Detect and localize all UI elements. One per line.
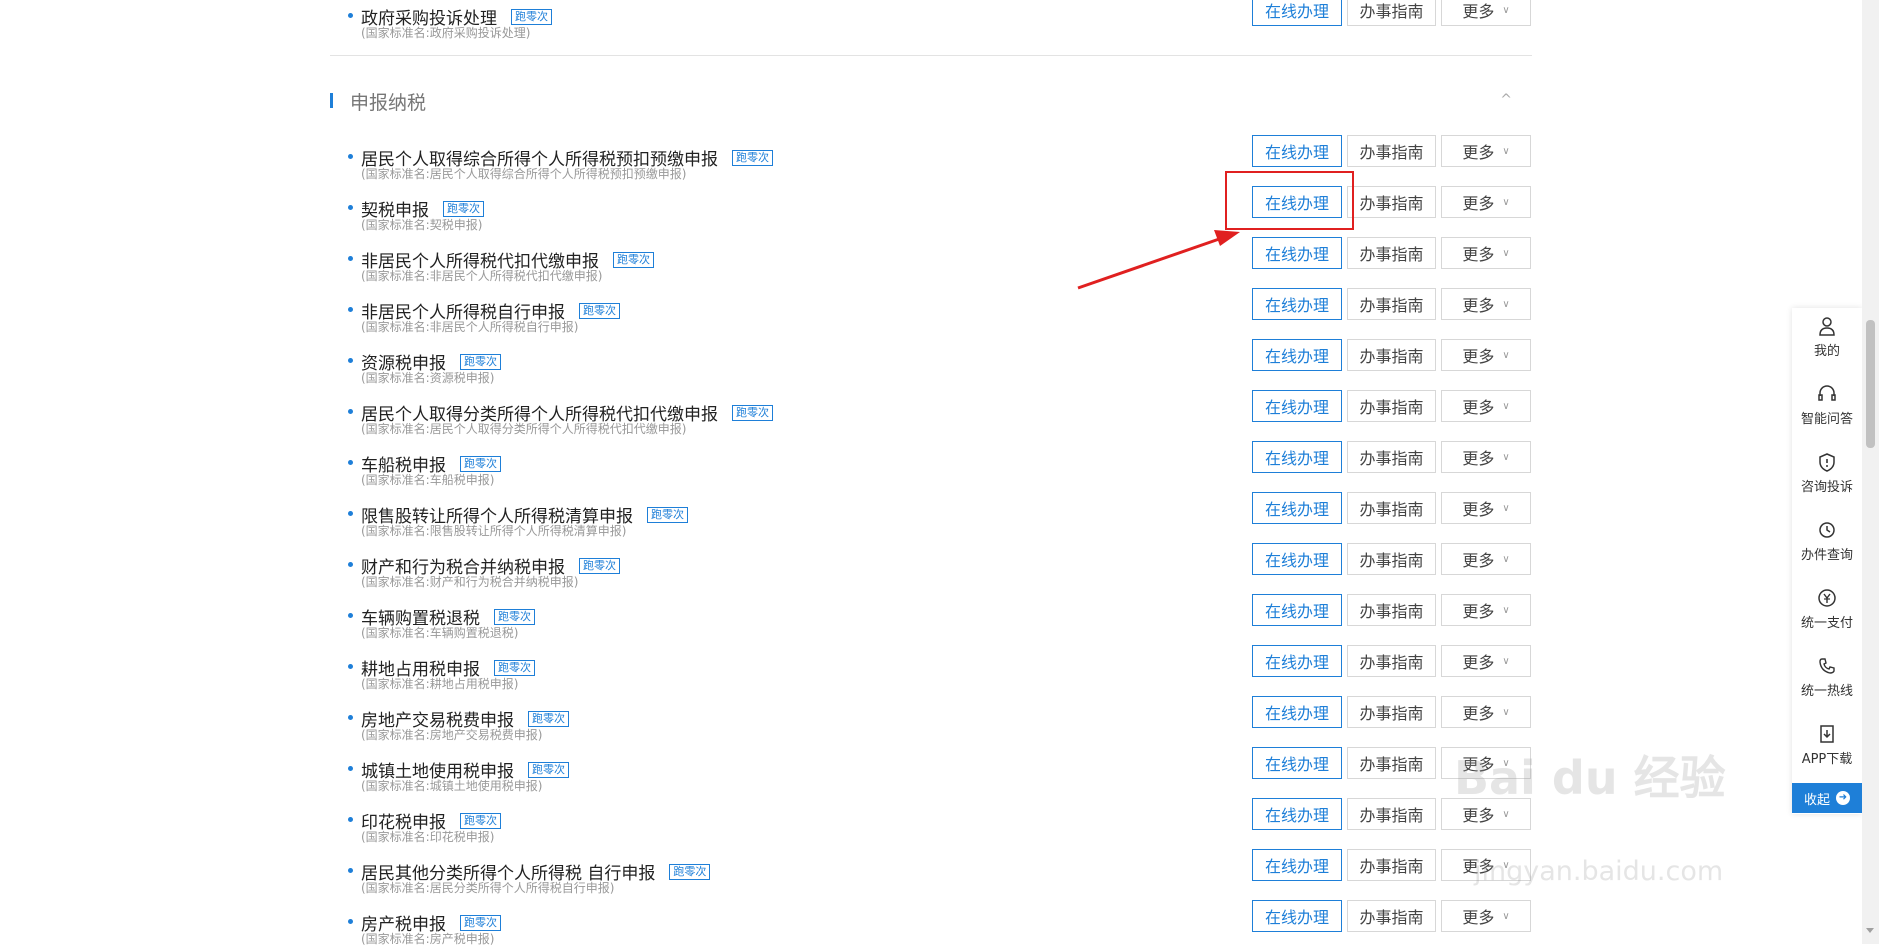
right-toolbar: 我的智能问答咨询投诉办件查询统一支付统一热线 APP下载: [1792, 308, 1862, 814]
phone-icon: [1792, 656, 1862, 676]
right-toolbar-label: 办件查询: [1800, 548, 1853, 563]
right-toolbar-label: 智能问答: [1800, 412, 1853, 427]
scrollbar-thumb[interactable]: [1866, 320, 1875, 448]
yuan-icon: [1792, 588, 1862, 608]
right-toolbar-label: 统一支付: [1800, 616, 1853, 631]
right-toolbar-item[interactable]: 办件查询: [1792, 520, 1862, 563]
download-icon: [1792, 724, 1862, 744]
shield-icon: [1792, 452, 1862, 472]
right-toolbar-label: 我的: [1813, 344, 1840, 359]
right-toolbar-item[interactable]: APP下载: [1792, 724, 1862, 767]
user-icon: [1792, 316, 1862, 336]
right-toolbar-item[interactable]: 统一热线: [1792, 656, 1862, 699]
history-icon: [1792, 520, 1862, 540]
right-toolbar-item[interactable]: 统一支付: [1792, 588, 1862, 631]
right-toolbar-label: 统一热线: [1800, 684, 1853, 699]
watermark-brand: Bai du 经验: [1454, 751, 1726, 805]
annotation-arrow-head: [1214, 230, 1240, 246]
right-toolbar-label: 咨询投诉: [1800, 480, 1853, 495]
watermark-url: jingyan.baidu.com: [1474, 856, 1724, 887]
scroll-down-arrow-icon[interactable]: [1866, 928, 1874, 933]
headset-icon: [1792, 384, 1862, 404]
scrollbar[interactable]: [1862, 0, 1879, 944]
right-toolbar-item[interactable]: 我的: [1792, 316, 1862, 359]
collapse-button[interactable]: 收起 ➜: [1792, 783, 1862, 813]
right-toolbar-item[interactable]: 咨询投诉: [1792, 452, 1862, 495]
right-toolbar-label: APP下载: [1801, 752, 1853, 767]
arrow-right-icon: ➜: [1836, 791, 1850, 805]
right-toolbar-item[interactable]: 智能问答: [1792, 384, 1862, 427]
collapse-label: 收起: [1803, 792, 1830, 808]
annotation-arrow-line: [1077, 235, 1226, 290]
